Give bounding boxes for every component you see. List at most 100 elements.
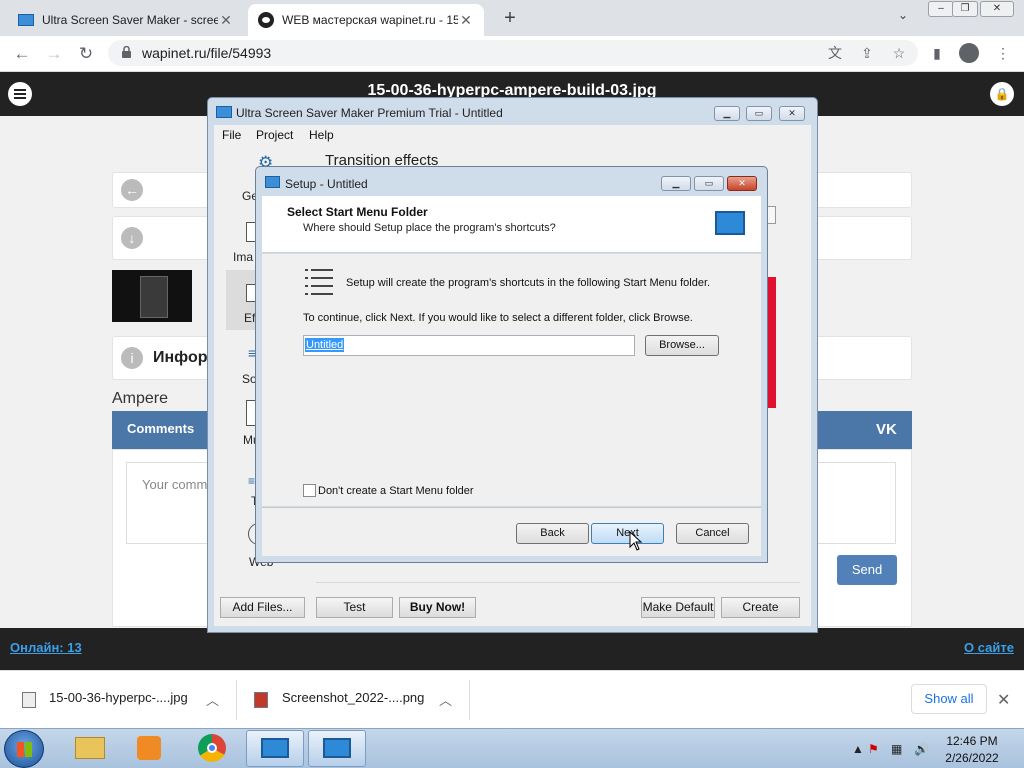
buy-now-button[interactable]: Buy Now! — [399, 597, 476, 618]
menu-help[interactable]: Help — [309, 128, 334, 142]
explorer-taskbar-button[interactable] — [62, 730, 120, 767]
separator — [236, 680, 237, 720]
monitor-icon — [323, 738, 351, 758]
wizard-step-subtitle: Where should Setup place the program's s… — [303, 222, 556, 234]
profile-avatar-icon[interactable] — [959, 43, 979, 63]
tab-ultra-screen-saver[interactable]: Ultra Screen Saver Maker - screen ✕ — [8, 4, 244, 36]
png-file-icon — [254, 692, 268, 708]
volume-icon[interactable]: 🔊 — [914, 742, 929, 756]
padlock-icon[interactable]: 🔒 — [990, 82, 1014, 106]
media-player-icon — [137, 736, 161, 760]
start-button[interactable] — [4, 730, 44, 768]
no-start-menu-checkbox[interactable] — [303, 484, 316, 497]
window-title: Ultra Screen Saver Maker Premium Trial -… — [236, 106, 503, 120]
wapinet-favicon — [258, 12, 274, 28]
chrome-center-icon — [207, 743, 217, 753]
reload-icon[interactable]: ↻ — [76, 44, 96, 64]
next-button[interactable]: Next — [591, 523, 664, 544]
network-icon[interactable]: ▦ — [891, 742, 902, 756]
add-files-button[interactable]: Add Files... — [220, 597, 305, 618]
app-monitor-icon — [216, 106, 232, 118]
back-arrow-icon[interactable]: ← — [12, 44, 32, 64]
wizard-step-title: Select Start Menu Folder — [287, 205, 428, 219]
menu-file[interactable]: File — [222, 128, 241, 142]
folder-icon — [75, 737, 105, 759]
chevron-down-icon[interactable]: ⌄ — [898, 8, 908, 22]
site-footer — [0, 628, 1024, 670]
about-link[interactable]: О сайте — [964, 640, 1014, 655]
setup-monitor-icon — [265, 176, 280, 188]
clock[interactable]: 12:46 PM 2/26/2022 — [930, 733, 1014, 767]
share-icon[interactable]: ⇪ — [858, 44, 876, 62]
minimize-button[interactable]: ▁ — [714, 106, 740, 121]
close-tab-icon[interactable]: ✕ — [218, 12, 234, 29]
image-file-icon — [22, 692, 36, 708]
wizard-body — [262, 254, 761, 506]
maximize-button[interactable]: ▭ — [746, 106, 772, 121]
minimize-button[interactable]: ▁ — [661, 176, 691, 191]
tab-title: Ultra Screen Saver Maker - screen — [42, 13, 218, 27]
download-item[interactable]: Screenshot_2022-....png — [282, 690, 424, 705]
clock-time: 12:46 PM — [946, 734, 998, 748]
forward-arrow-icon[interactable]: → — [44, 44, 64, 64]
test-button[interactable]: Test — [316, 597, 393, 618]
new-tab-icon[interactable]: + — [500, 6, 520, 30]
screen-saver-maker-taskbar-button[interactable] — [246, 730, 304, 767]
close-icon[interactable]: ✕ — [997, 690, 1010, 710]
mouse-cursor-icon — [629, 531, 643, 551]
screen-saver-favicon — [18, 14, 34, 26]
image-thumbnail[interactable] — [112, 270, 192, 322]
url-text[interactable]: wapinet.ru/file/54993 — [142, 45, 271, 61]
send-button[interactable]: Send — [837, 555, 897, 585]
create-button[interactable]: Create — [721, 597, 800, 618]
separator — [469, 680, 470, 720]
comment-placeholder: Your comm — [142, 477, 208, 492]
start-menu-folder-input[interactable] — [303, 335, 635, 356]
restore-button[interactable]: ❐ — [952, 1, 978, 17]
monitor-icon — [715, 211, 745, 235]
chevron-up-icon[interactable]: ︿ — [206, 690, 219, 709]
action-center-icon[interactable]: ⚑ — [868, 742, 879, 756]
lock-icon[interactable] — [122, 46, 131, 58]
chevron-up-icon[interactable]: ︿ — [439, 690, 452, 709]
start-menu-list-icon — [305, 267, 333, 299]
browse-button[interactable]: Browse... — [645, 335, 719, 356]
arrow-down-icon[interactable]: ↓ — [121, 227, 143, 249]
vk-logo-icon[interactable]: VK — [876, 421, 897, 438]
info-icon: i — [121, 347, 143, 369]
maximize-button[interactable]: ▭ — [694, 176, 724, 191]
make-default-button[interactable]: Make Default — [641, 597, 715, 618]
close-tab-icon[interactable]: ✕ — [458, 12, 474, 29]
close-button[interactable]: ✕ — [779, 106, 805, 121]
info-text: Setup will create the program's shortcut… — [346, 277, 711, 289]
back-button[interactable]: Back — [516, 523, 589, 544]
tab-wapinet[interactable]: WEB мастерская wapinet.ru - 15 ✕ — [248, 4, 484, 36]
menu-project[interactable]: Project — [256, 128, 293, 142]
file-name-text: Ampere — [112, 390, 169, 407]
cancel-button[interactable]: Cancel — [676, 523, 749, 544]
divider — [316, 582, 800, 583]
translate-icon[interactable]: 文 — [826, 44, 844, 62]
monitor-icon — [261, 738, 289, 758]
more-menu-icon[interactable]: ⋮ — [994, 44, 1012, 62]
download-item[interactable]: 15-00-36-hyperpc-....jpg — [49, 690, 188, 705]
arrow-left-icon[interactable]: ← — [121, 179, 143, 201]
clock-date: 2/26/2022 — [945, 751, 999, 765]
chrome-taskbar-button[interactable] — [184, 730, 242, 767]
media-player-taskbar-button[interactable] — [122, 730, 180, 767]
online-count-link[interactable]: Онлайн: 13 — [10, 640, 82, 655]
sidebar-item-images[interactable]: Ima — [233, 250, 253, 264]
bookmark-star-icon[interactable]: ☆ — [890, 44, 908, 62]
checkbox-label[interactable]: Don't create a Start Menu folder — [318, 485, 474, 497]
close-button[interactable]: ✕ — [727, 176, 757, 191]
comments-label: Comments — [127, 421, 195, 436]
close-button[interactable]: ✕ — [980, 1, 1014, 17]
dialog-title: Setup - Untitled — [285, 177, 368, 191]
show-all-button[interactable]: Show all — [911, 684, 987, 714]
setup-taskbar-button[interactable] — [308, 730, 366, 767]
folder-input-value[interactable]: Untitled — [305, 338, 345, 352]
side-panel-icon[interactable]: ▮ — [928, 44, 946, 62]
show-hidden-icons[interactable]: ▲ — [852, 742, 864, 756]
minimize-button[interactable]: – — [928, 1, 954, 17]
instruction-text: To continue, click Next. If you would li… — [303, 312, 693, 324]
